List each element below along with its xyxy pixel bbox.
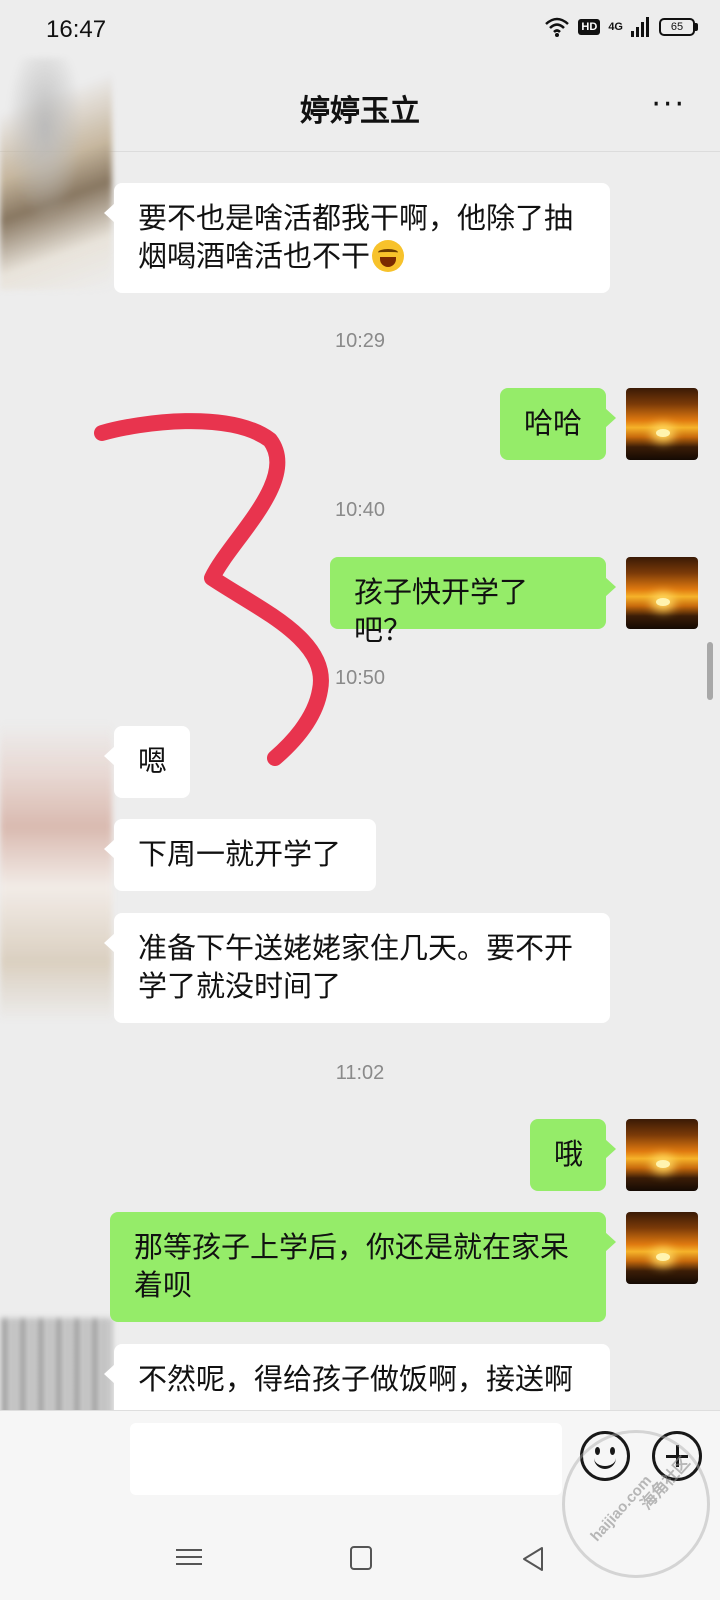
message-bubble[interactable]: 准备下午送姥姥家住几天。要不开 学了就没时间了 [104,913,610,1023]
status-time: 16:47 [46,16,107,43]
message-text: 要不也是啥活都我干啊，他除了抽 [138,201,574,235]
battery-level: 65 [659,18,695,36]
message-bubble[interactable]: 那等孩子上学后，你还是就在家呆 着呗 [110,1212,616,1322]
message-input[interactable] [130,1423,562,1495]
message-text: 嗯 [138,744,168,778]
contact-avatar[interactable] [0,58,112,290]
message-bubble[interactable]: 孩子快开学了吧？ [330,557,616,647]
more-options-button[interactable]: ··· [651,90,686,120]
hd-badge: HD [578,19,601,35]
message-text: 着呗 [134,1268,193,1302]
message-bubble[interactable]: 要不也是啥活都我干啊，他除了抽 烟喝酒啥活也不干 [104,183,610,293]
signal-icon [631,17,649,37]
message-bubble[interactable]: 嗯 [104,726,190,798]
message-timestamp: 10:29 [334,330,386,352]
message-text: 孩子快开学了吧？ [354,575,529,647]
scrollbar[interactable] [707,642,713,700]
message-text: 下周一就开学了 [138,837,342,871]
message-timestamp: 10:40 [334,499,386,521]
my-avatar[interactable] [626,1119,698,1191]
network-type: 4G [608,21,623,33]
message-timestamp: 11:02 [335,1062,385,1084]
laughing-face-icon [372,240,405,272]
message-timestamp: 10:50 [334,667,386,689]
message-text: 准备下午送姥姥家住几天。要不开 [138,931,574,965]
home-icon[interactable] [344,1544,378,1574]
message-bubble[interactable]: 哦 [530,1119,616,1191]
message-bubble[interactable]: 哈哈 [500,388,616,460]
message-text: 哦 [554,1137,584,1171]
message-text: 那等孩子上学后，你还是就在家呆 [134,1230,570,1264]
my-avatar[interactable] [626,1212,698,1284]
message-text: 不然呢，得给孩子做饭啊，接送啊 [138,1362,574,1396]
status-icons: HD 4G 65 [544,16,698,38]
message-bubble[interactable]: 下周一就开学了 [104,819,376,891]
message-text: 学了就没时间了 [138,969,342,1003]
status-bar: 16:47 HD 4G 65 [0,0,720,62]
wifi-icon [545,17,570,37]
menu-icon[interactable] [172,1544,206,1574]
message-text: 烟喝酒啥活也不干 [138,239,371,273]
message-text: 哈哈 [524,406,583,440]
battery-icon: 65 [659,18,698,36]
back-icon[interactable] [516,1544,550,1574]
my-avatar[interactable] [626,557,698,629]
contact-avatar[interactable] [0,722,112,1022]
message-bubble[interactable]: 不然呢，得给孩子做饭啊，接送啊 [104,1344,610,1410]
my-avatar[interactable] [626,388,698,460]
